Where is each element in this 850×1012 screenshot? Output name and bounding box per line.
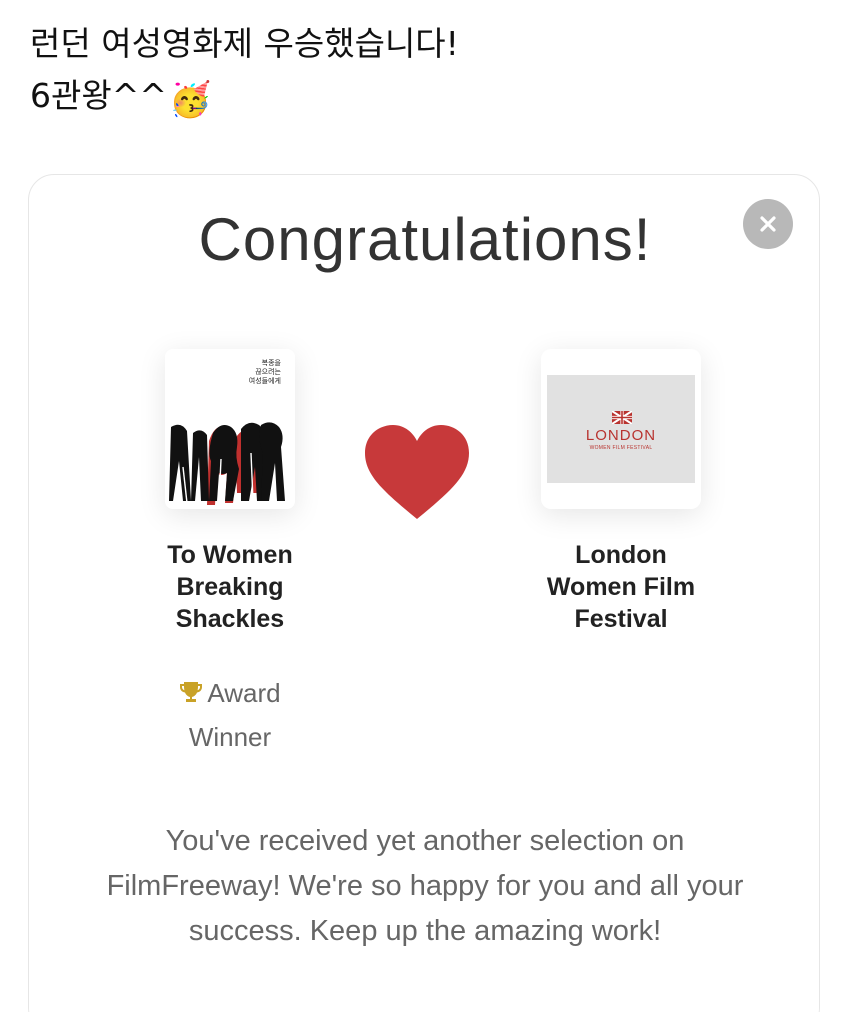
poster-text: 복종을 끊으려는 여성들에게	[249, 359, 281, 386]
award-label: Award	[207, 678, 281, 708]
post-line-1: 런던 여성영화제 우승했습니다!	[30, 24, 459, 63]
award-line-2: Winner	[188, 722, 272, 752]
post-text: 런던 여성영화제 우승했습니다! 6관왕^^🥳	[30, 18, 459, 126]
poster-text-line: 복종을	[261, 359, 281, 367]
festival-title[interactable]: London Women Film Festival	[511, 539, 731, 635]
congratulations-card: Congratulations! 복종을 끊으려는 여성들에게 LONDON W…	[28, 174, 820, 1012]
festival-title-line: Women Film	[546, 573, 696, 601]
festival-title-line: London	[575, 541, 667, 569]
film-title-line: To Women	[167, 541, 293, 569]
festival-logo-image: LONDON WOMEN FILM FESTIVAL	[547, 375, 695, 483]
festival-title-line: Festival	[574, 605, 668, 633]
poster-text-line: 끊으려는	[255, 368, 281, 376]
page: 런던 여성영화제 우승했습니다! 6관왕^^🥳 Congratulations!	[0, 0, 850, 1012]
party-face-emoji-icon: 🥳	[169, 80, 212, 120]
card-title: Congratulations!	[198, 206, 652, 273]
uk-flag-icon	[612, 411, 632, 424]
film-title[interactable]: To Women Breaking Shackles	[120, 539, 340, 635]
heart-icon	[365, 425, 469, 519]
festival-logo-subtitle: WOMEN FILM FESTIVAL	[589, 445, 653, 451]
congratulations-message: You've received yet another selection on…	[106, 825, 744, 947]
award-status: Award Winner	[150, 671, 310, 759]
post-line-2: 6관왕^^🥳	[30, 70, 459, 126]
poster-text-line: 여성들에게	[248, 377, 281, 385]
film-title-line: Shackles	[175, 605, 285, 633]
trophy-icon	[180, 682, 203, 702]
festival-logo[interactable]: LONDON WOMEN FILM FESTIVAL	[541, 349, 701, 509]
festival-logo-name: LONDON	[585, 427, 657, 444]
close-button[interactable]	[743, 199, 793, 249]
film-title-line: Breaking	[176, 573, 284, 601]
post-line-2-text: 6관왕^^	[30, 76, 168, 115]
close-icon	[760, 216, 776, 232]
film-poster[interactable]: 복종을 끊으려는 여성들에게	[165, 349, 295, 509]
award-line-1: Award	[150, 671, 310, 715]
